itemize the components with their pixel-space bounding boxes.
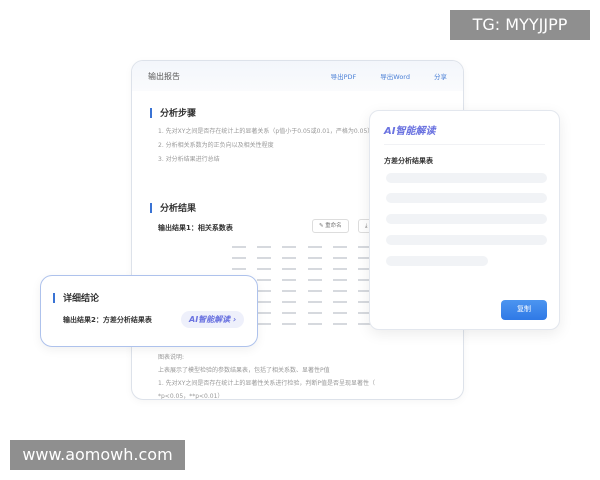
watermark-bottom: www.aomowh.com bbox=[10, 440, 185, 470]
note-title: 图表说明: bbox=[158, 354, 185, 361]
detail-heading: 详细结论 bbox=[53, 291, 99, 304]
report-title: 输出报告 bbox=[148, 71, 180, 81]
result2-title: 输出结果2：方差分析结果表 bbox=[63, 316, 152, 324]
watermark-top: TG: MYYJJPP bbox=[450, 10, 590, 40]
note-line: 上表展示了模型检验的参数结果表，包括了相关系数、显著性P值 bbox=[158, 367, 330, 374]
steps-heading: 分析步骤 bbox=[150, 106, 196, 119]
ai-panel-subtitle: 方差分析结果表 bbox=[384, 157, 433, 165]
detail-heading-text: 详细结论 bbox=[63, 294, 100, 304]
chart-notes: 图表说明: 上表展示了模型检验的参数结果表，包括了相关系数、显著性P值 1. 先… bbox=[158, 351, 458, 400]
export-pdf-link[interactable]: 导出PDF bbox=[331, 71, 357, 81]
results-heading-text: 分析结果 bbox=[160, 204, 197, 214]
report-header: 输出报告 导出PDF 导出Word 分享 bbox=[132, 61, 463, 91]
divider bbox=[384, 144, 545, 145]
note-line: 1. 先对XY之间是否存在统计上的显著性关系进行检验，判断P值是否呈现显著性（ bbox=[158, 380, 376, 387]
ai-interpret-button[interactable]: AI智能解读 › bbox=[181, 311, 245, 328]
section-marker bbox=[150, 107, 152, 118]
section-marker bbox=[53, 292, 55, 303]
ai-panel-title: AI智能解读 bbox=[384, 126, 436, 137]
loading-skeleton bbox=[386, 235, 547, 245]
results-heading: 分析结果 bbox=[150, 201, 196, 214]
note-line: *p<0.05，**p<0.01） bbox=[158, 393, 224, 400]
rename-button[interactable]: ✎ 重命名 bbox=[312, 219, 349, 233]
result1-title: 输出结果1：相关系数表 bbox=[158, 224, 233, 232]
loading-skeleton bbox=[386, 214, 547, 224]
section-marker bbox=[150, 202, 152, 213]
steps-heading-text: 分析步骤 bbox=[160, 109, 197, 119]
rename-label: 重命名 bbox=[325, 223, 342, 229]
detail-conclusion-card: 详细结论 输出结果2：方差分析结果表 AI智能解读 › bbox=[40, 275, 258, 347]
loading-skeleton bbox=[386, 193, 547, 203]
export-word-link[interactable]: 导出Word bbox=[380, 71, 410, 81]
ai-interpretation-panel: AI智能解读 方差分析结果表 复制 bbox=[369, 110, 560, 330]
copy-button[interactable]: 复制 bbox=[501, 300, 547, 320]
loading-skeleton bbox=[386, 173, 547, 183]
share-link[interactable]: 分享 bbox=[434, 71, 447, 81]
loading-skeleton bbox=[386, 256, 488, 266]
